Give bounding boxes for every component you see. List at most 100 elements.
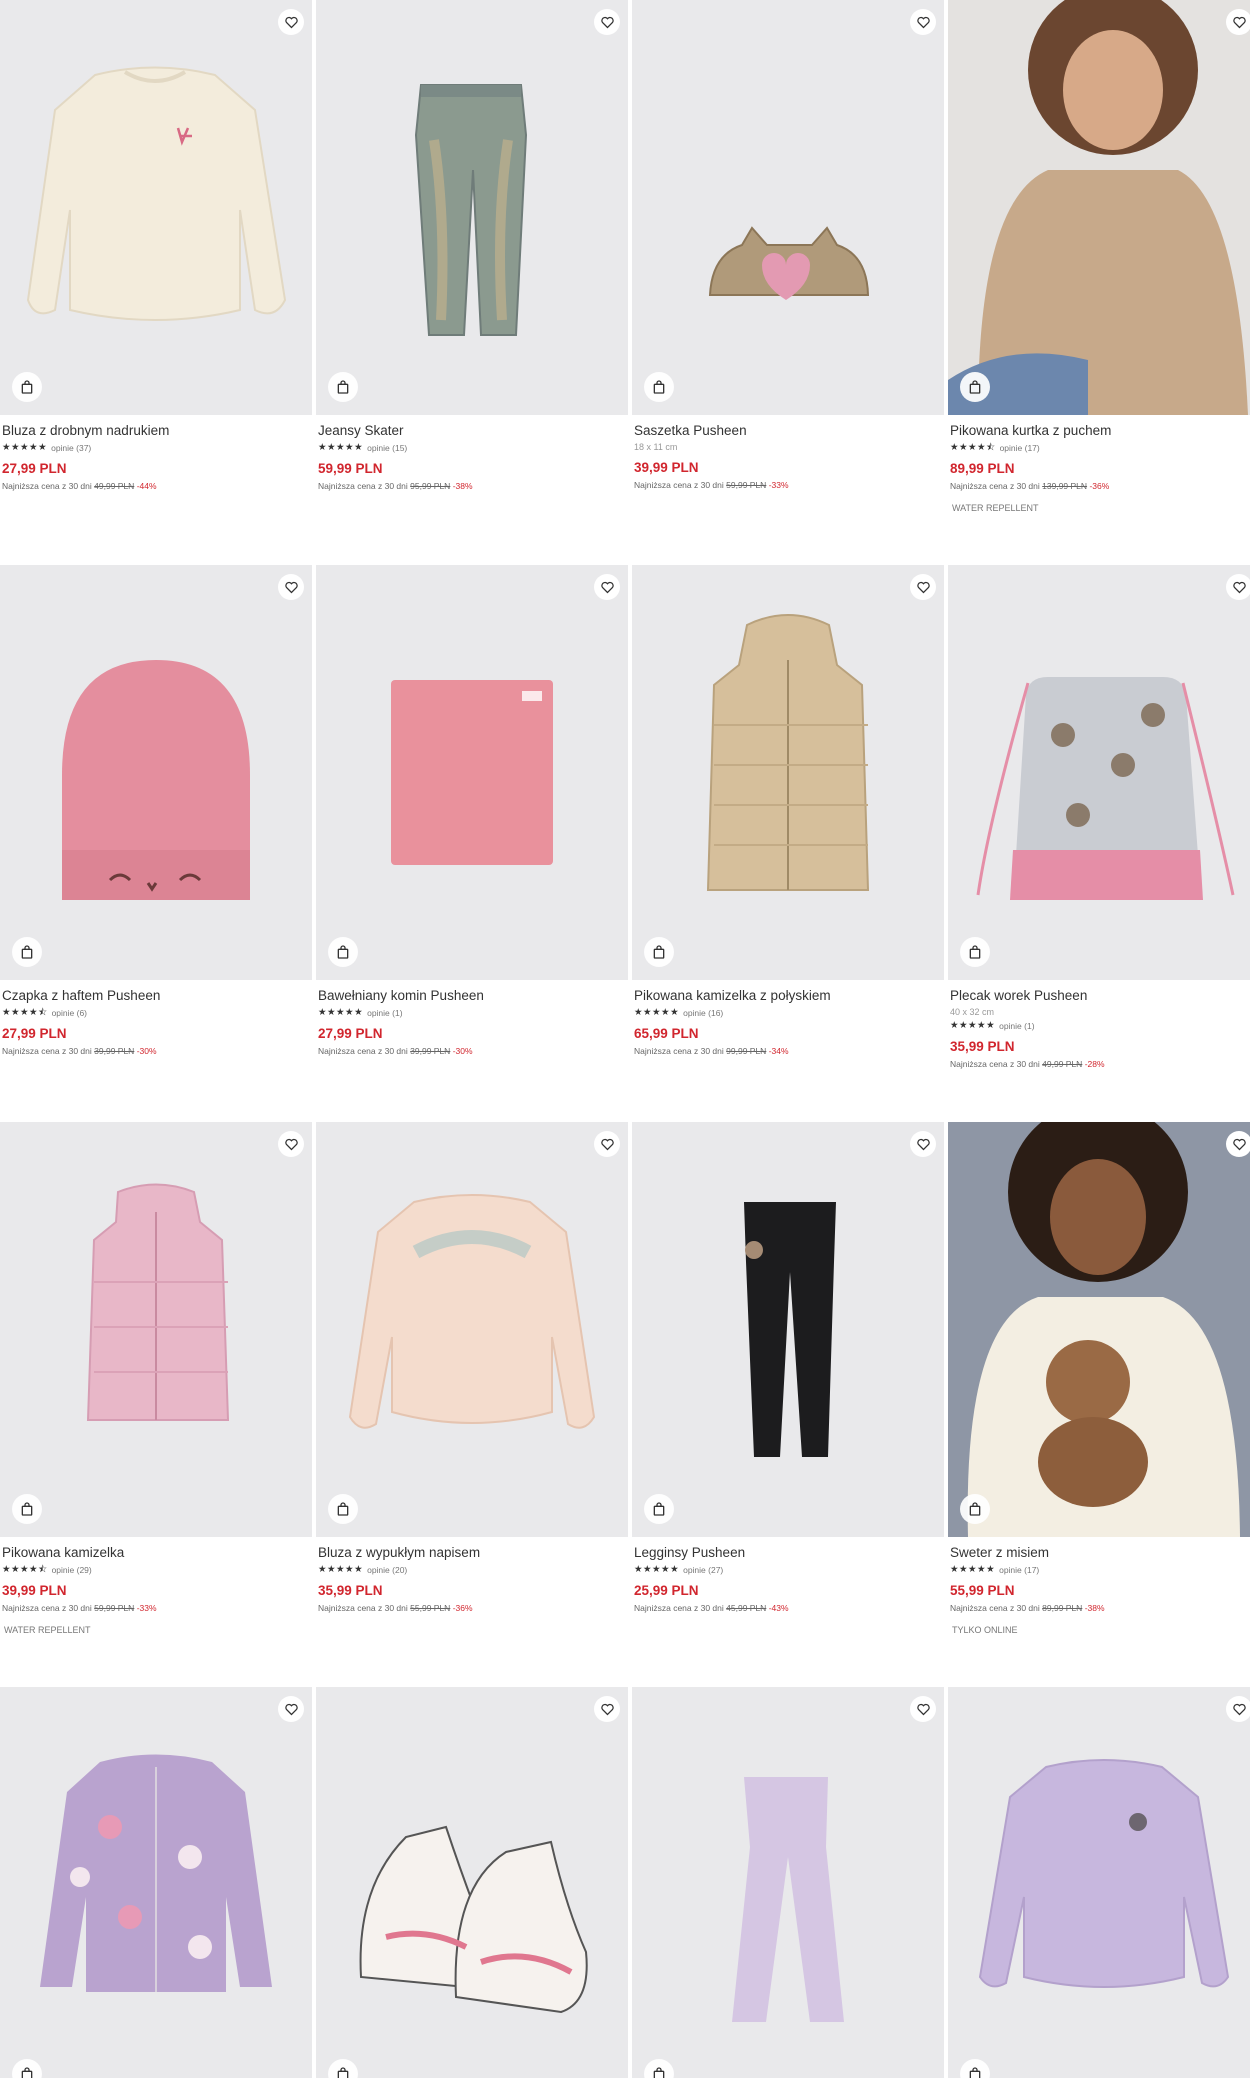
product-image[interactable]: [0, 0, 312, 415]
product-name[interactable]: Pikowana kamizelka z połyskiem: [634, 988, 942, 1004]
review-count[interactable]: opinie (16): [683, 1008, 723, 1018]
rating: ★★★★★ opinie (1): [318, 1007, 626, 1018]
product-name[interactable]: Bluza z drobnym nadrukiem: [2, 423, 310, 439]
review-count[interactable]: opinie (37): [51, 443, 91, 453]
product-name[interactable]: Czapka z haftem Pusheen: [2, 988, 310, 1004]
product-image[interactable]: [0, 1122, 312, 1537]
product-card[interactable]: [948, 1687, 1250, 2078]
product-image[interactable]: [948, 0, 1250, 415]
favorite-heart-icon[interactable]: [594, 1131, 620, 1157]
favorite-heart-icon[interactable]: [910, 1131, 936, 1157]
favorite-heart-icon[interactable]: [594, 574, 620, 600]
review-count[interactable]: opinie (20): [367, 1565, 407, 1575]
product-image[interactable]: [948, 1122, 1250, 1537]
review-count[interactable]: opinie (27): [683, 1565, 723, 1575]
product-image[interactable]: [316, 1687, 628, 2078]
product-image[interactable]: [0, 1687, 312, 2078]
add-to-cart-bag-icon[interactable]: [644, 372, 674, 402]
add-to-cart-bag-icon[interactable]: [644, 1494, 674, 1524]
add-to-cart-bag-icon[interactable]: [328, 1494, 358, 1524]
product-name[interactable]: Legginsy Pusheen: [634, 1545, 942, 1561]
old-price: 39,99 PLN: [410, 1046, 451, 1056]
product-card[interactable]: [0, 1687, 312, 2078]
sweatshirt-image: [26, 66, 287, 321]
product-card[interactable]: Pikowana kamizelka ★★★★⯪ opinie (29) 39,9…: [0, 1122, 312, 1635]
product-price: 39,99 PLN: [634, 460, 699, 475]
favorite-heart-icon[interactable]: [594, 1696, 620, 1722]
product-name[interactable]: Bawełniany komin Pusheen: [318, 988, 626, 1004]
product-card[interactable]: Bawełniany komin Pusheen ★★★★★ opinie (1)…: [316, 565, 628, 1056]
product-card[interactable]: Legginsy Pusheen ★★★★★ opinie (27) 25,99 …: [632, 1122, 944, 1613]
review-count[interactable]: opinie (17): [1000, 443, 1040, 453]
product-price: 59,99 PLN: [318, 461, 383, 476]
product-card[interactable]: Czapka z haftem Pusheen ★★★★⯪ opinie (6) …: [0, 565, 312, 1056]
old-price: 139,99 PLN: [1042, 481, 1088, 491]
review-count[interactable]: opinie (15): [367, 443, 407, 453]
jeans-image: [414, 84, 528, 336]
favorite-heart-icon[interactable]: [1226, 574, 1250, 600]
feature-tag: WATER REPELLENT: [952, 503, 1039, 513]
product-name[interactable]: Bluza z wypukłym napisem: [318, 1545, 626, 1561]
favorite-heart-icon[interactable]: [594, 9, 620, 35]
add-to-cart-bag-icon[interactable]: [960, 372, 990, 402]
product-card[interactable]: [632, 1687, 944, 2078]
lowest-price-label: Najniższa cena z 30 dni: [318, 481, 408, 491]
add-to-cart-bag-icon[interactable]: [960, 1494, 990, 1524]
favorite-heart-icon[interactable]: [1226, 1131, 1250, 1157]
add-to-cart-bag-icon[interactable]: [12, 937, 42, 967]
favorite-heart-icon[interactable]: [278, 1131, 304, 1157]
add-to-cart-bag-icon[interactable]: [328, 372, 358, 402]
product-card[interactable]: Pikowana kurtka z puchem ★★★★⯪ opinie (17…: [948, 0, 1250, 513]
product-card[interactable]: Saszetka Pusheen 18 x 11 cm 39,99 PLN Na…: [632, 0, 944, 490]
add-to-cart-bag-icon[interactable]: [644, 937, 674, 967]
favorite-heart-icon[interactable]: [1226, 1696, 1250, 1722]
product-image[interactable]: [632, 1687, 944, 2078]
product-card[interactable]: Bluza z wypukłym napisem ★★★★★ opinie (20…: [316, 1122, 628, 1613]
product-card[interactable]: Plecak worek Pusheen 40 x 32 cm ★★★★★ opi…: [948, 565, 1250, 1069]
product-name[interactable]: Jeansy Skater: [318, 423, 626, 439]
add-to-cart-bag-icon[interactable]: [12, 1494, 42, 1524]
review-count[interactable]: opinie (17): [999, 1565, 1039, 1575]
review-count[interactable]: opinie (29): [52, 1565, 92, 1575]
old-price: 45,99 PLN: [726, 1603, 767, 1613]
product-image[interactable]: [948, 565, 1250, 980]
product-image[interactable]: [316, 1122, 628, 1537]
lowest-price-label: Najniższa cena z 30 dni: [2, 1046, 92, 1056]
add-to-cart-bag-icon[interactable]: [12, 372, 42, 402]
favorite-heart-icon[interactable]: [278, 1696, 304, 1722]
product-image[interactable]: [632, 0, 944, 415]
product-name[interactable]: Plecak worek Pusheen: [950, 988, 1250, 1004]
product-price: 27,99 PLN: [2, 461, 67, 476]
product-image[interactable]: [316, 565, 628, 980]
rating: ★★★★★ opinie (27): [634, 1564, 942, 1575]
product-card[interactable]: Jeansy Skater ★★★★★ opinie (15) 59,99 PLN…: [316, 0, 628, 491]
review-count[interactable]: opinie (1): [367, 1008, 402, 1018]
favorite-heart-icon[interactable]: [278, 574, 304, 600]
product-card[interactable]: [316, 1687, 628, 2078]
product-image[interactable]: [0, 565, 312, 980]
product-card[interactable]: Bluza z drobnym nadrukiem ★★★★★ opinie (3…: [0, 0, 312, 491]
product-name[interactable]: Pikowana kamizelka: [2, 1545, 310, 1561]
add-to-cart-bag-icon[interactable]: [328, 937, 358, 967]
favorite-heart-icon[interactable]: [910, 1696, 936, 1722]
add-to-cart-bag-icon[interactable]: [960, 937, 990, 967]
product-price: 35,99 PLN: [318, 1583, 383, 1598]
product-card[interactable]: Sweter z misiem ★★★★★ opinie (17) 55,99 P…: [948, 1122, 1250, 1635]
product-price: 89,99 PLN: [950, 461, 1015, 476]
product-image[interactable]: [948, 1687, 1250, 2078]
product-image[interactable]: [632, 1122, 944, 1537]
product-image[interactable]: [316, 0, 628, 415]
discount-badge: -33%: [136, 1603, 157, 1613]
product-name[interactable]: Saszetka Pusheen: [634, 423, 942, 439]
favorite-heart-icon[interactable]: [1226, 9, 1250, 35]
favorite-heart-icon[interactable]: [278, 9, 304, 35]
favorite-heart-icon[interactable]: [910, 574, 936, 600]
product-card[interactable]: Pikowana kamizelka z połyskiem ★★★★★ opin…: [632, 565, 944, 1056]
lowest-price-label: Najniższa cena z 30 dni: [318, 1046, 408, 1056]
review-count[interactable]: opinie (1): [999, 1021, 1034, 1031]
product-name[interactable]: Sweter z misiem: [950, 1545, 1250, 1561]
product-image[interactable]: [632, 565, 944, 980]
product-name[interactable]: Pikowana kurtka z puchem: [950, 423, 1250, 439]
favorite-heart-icon[interactable]: [910, 9, 936, 35]
review-count[interactable]: opinie (6): [52, 1008, 87, 1018]
